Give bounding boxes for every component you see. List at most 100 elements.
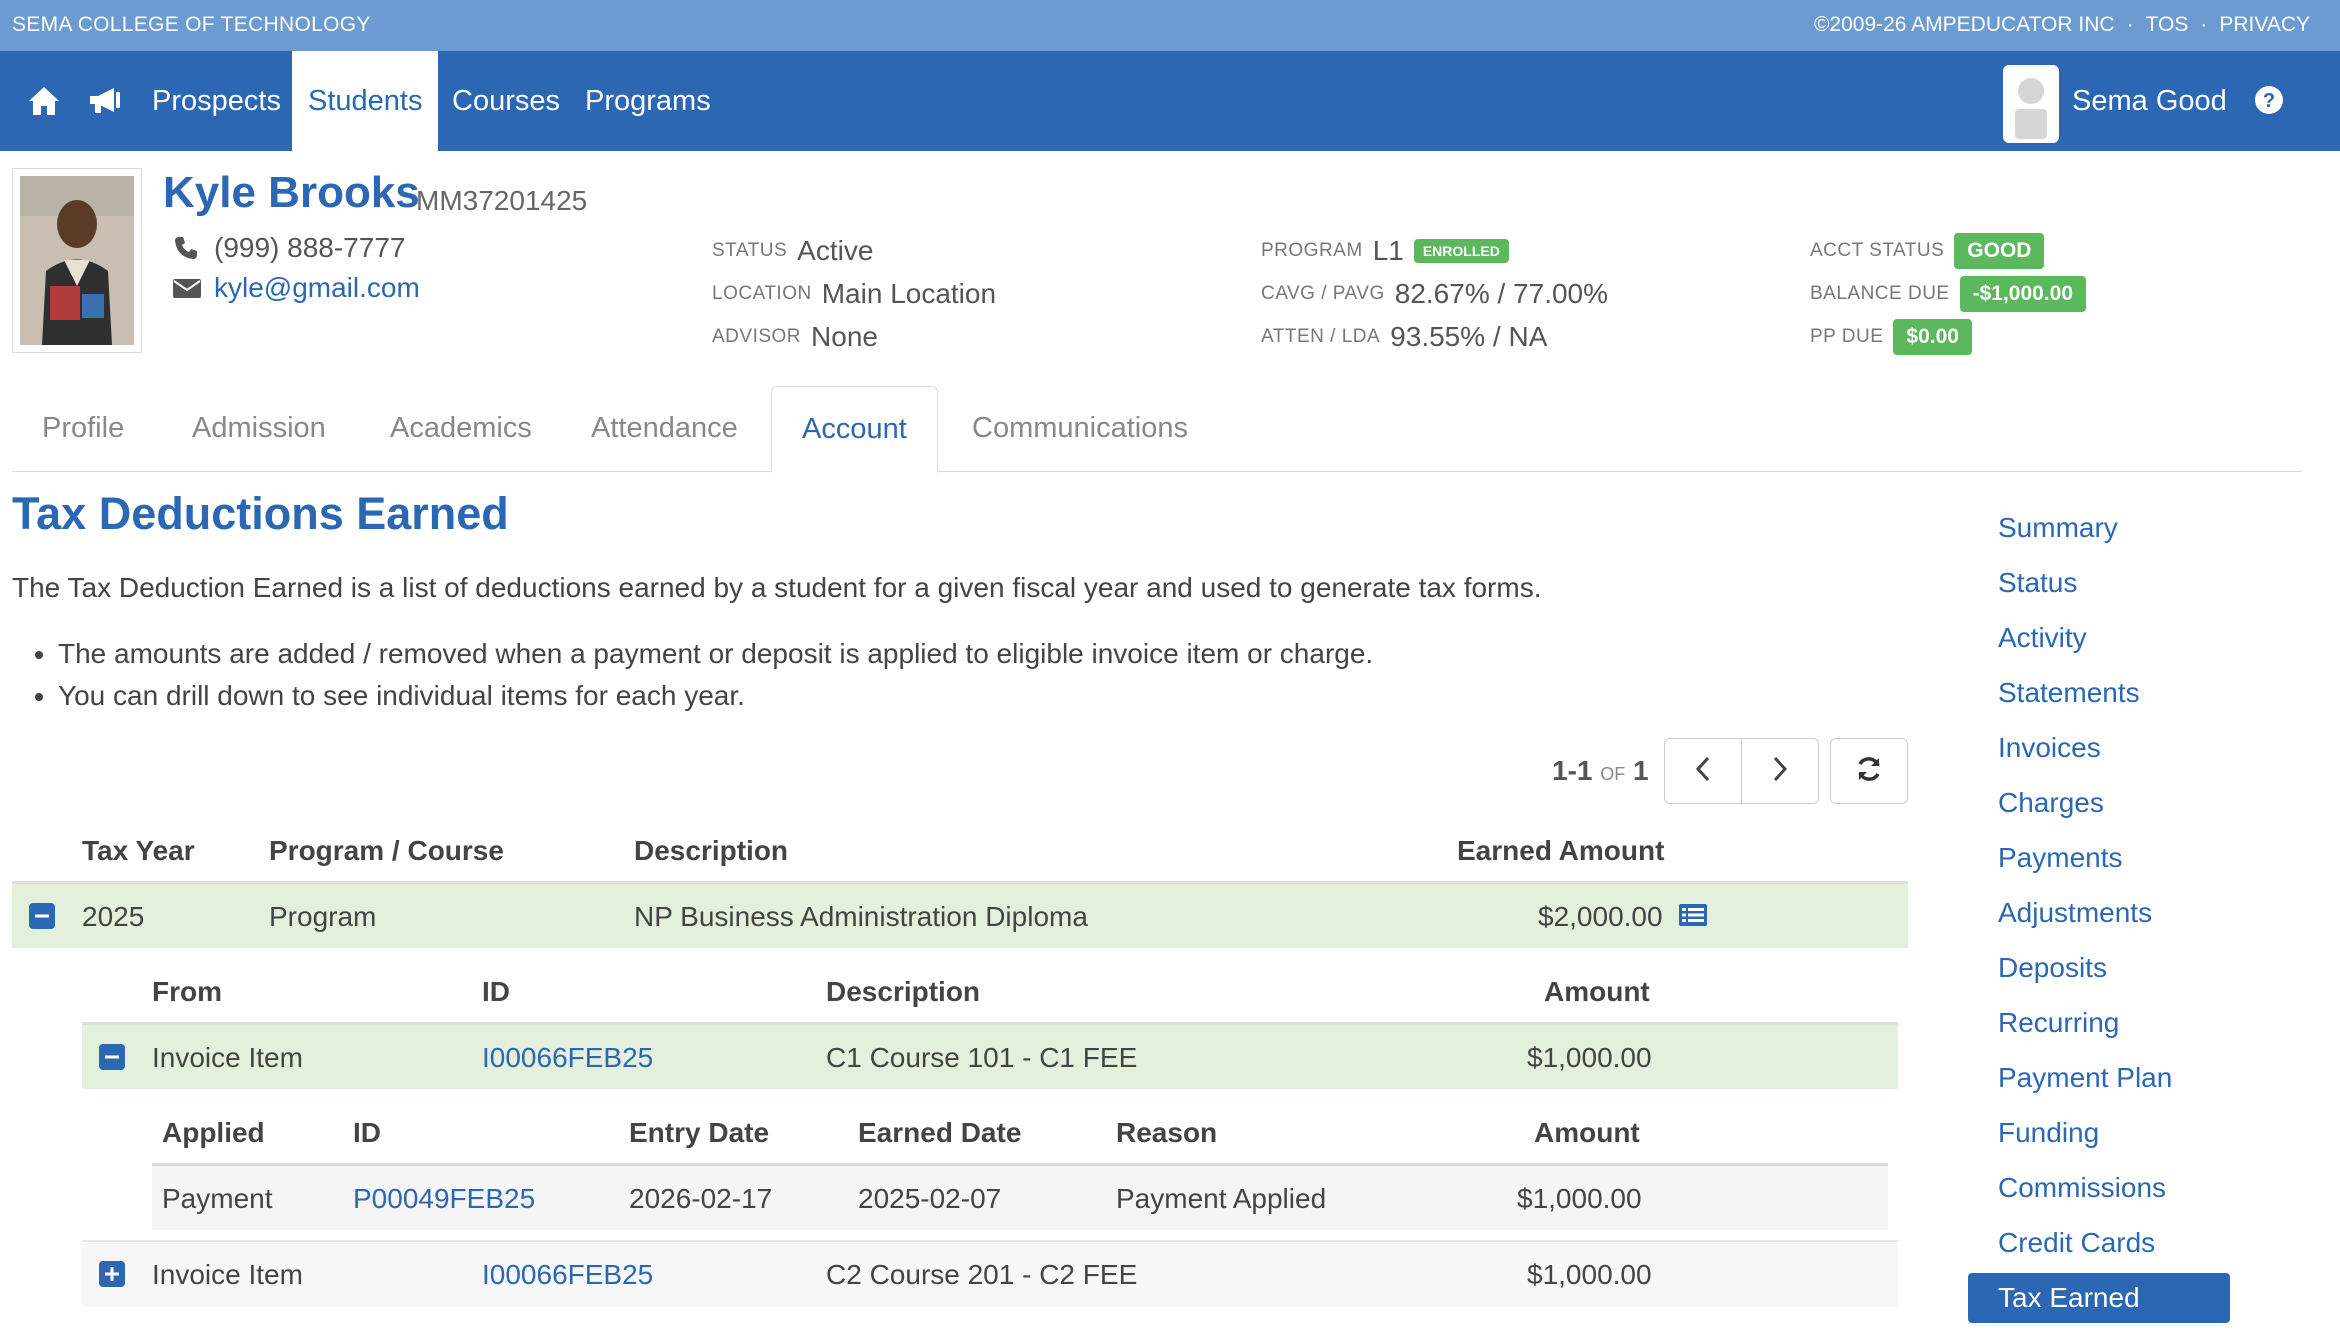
tab-academics[interactable]: Academics: [360, 386, 562, 472]
col-amount: Amount: [1544, 976, 1650, 1007]
main-navbar: Prospects Students Courses Programs Sema…: [0, 51, 2340, 151]
col-detail-amount: Amount: [1534, 1117, 1640, 1148]
phone-number: (999) 888-7777: [214, 232, 406, 263]
nav-students[interactable]: Students: [292, 51, 439, 151]
collapse-icon[interactable]: [99, 1044, 125, 1070]
tax-year-cell: 2025: [82, 901, 145, 932]
intro-text: The Tax Deduction Earned is a list of de…: [12, 572, 1542, 603]
sidebar-item-charges[interactable]: Charges: [1998, 778, 2104, 828]
email-link[interactable]: kyle@gmail.com: [214, 272, 420, 304]
sub-description-cell: C1 Course 101 - C1 FEE: [826, 1042, 1138, 1073]
col-reason: Reason: [1116, 1117, 1218, 1148]
tab-communications[interactable]: Communications: [942, 386, 1218, 472]
earned-date-cell: 2025-02-07: [858, 1183, 1002, 1214]
next-page-button[interactable]: [1741, 738, 1819, 804]
refresh-icon: [1854, 754, 1884, 789]
previous-page-button[interactable]: [1664, 738, 1742, 804]
pp-due-label: PP DUE: [1810, 325, 1884, 347]
sidebar-item-payment-plan[interactable]: Payment Plan: [1998, 1053, 2172, 1103]
col-sub-description: Description: [826, 976, 981, 1007]
list-details-icon[interactable]: [1678, 902, 1708, 933]
status-column: STATUS Active LOCATION Main Location ADVIS…: [712, 229, 996, 358]
student-photo: [12, 168, 142, 353]
sidebar-item-recurring[interactable]: Recurring: [1998, 998, 2119, 1048]
sidebar-item-summary[interactable]: Summary: [1998, 503, 2118, 553]
chevron-left-icon: [1693, 756, 1713, 787]
atten-label: ATTEN / LDA: [1261, 325, 1381, 347]
row-divider: [82, 1240, 1898, 1242]
privacy-link[interactable]: PRIVACY: [2219, 13, 2310, 37]
enrolled-badge: ENROLLED: [1413, 238, 1509, 263]
invoice-id-link[interactable]: I00066FEB25: [482, 1042, 653, 1074]
tab-attendance[interactable]: Attendance: [561, 386, 768, 472]
acct-status-badge: GOOD: [1954, 232, 2045, 269]
tab-admission[interactable]: Admission: [162, 386, 356, 472]
expand-icon[interactable]: [99, 1261, 125, 1287]
school-name: SEMA COLLEGE OF TECHNOLOGY: [12, 13, 371, 36]
col-description: Description: [634, 835, 789, 866]
entry-date-cell: 2026-02-17: [629, 1183, 773, 1214]
tos-link[interactable]: TOS: [2146, 13, 2189, 37]
nav-prospects[interactable]: Prospects: [136, 51, 297, 151]
col-detail-id: ID: [353, 1117, 381, 1148]
col-entry-date: Entry Date: [629, 1117, 770, 1148]
sidebar-item-status[interactable]: Status: [1998, 558, 2077, 608]
cavg-value: 82.67% / 77.00%: [1394, 277, 1609, 309]
student-name: Kyle Brooks: [163, 168, 420, 217]
advisor-label: ADVISOR: [712, 325, 802, 347]
sidebar-item-credit-cards[interactable]: Credit Cards: [1998, 1218, 2155, 1268]
sub-amount-cell: $1,000.00: [1527, 1042, 1652, 1073]
sidebar-item-invoices[interactable]: Invoices: [1998, 723, 2101, 773]
program-value: L1: [1372, 234, 1404, 266]
pager-of: OF: [1600, 764, 1626, 784]
help-icon[interactable]: ?: [2254, 85, 2284, 115]
nav-programs[interactable]: Programs: [569, 51, 727, 151]
sidebar-item-payments[interactable]: Payments: [1998, 833, 2123, 883]
legal-links: ©2009-26 AMPEDUCATOR INC · TOS · PRIVACY: [1814, 13, 2310, 37]
sidebar-item-statements[interactable]: Statements: [1998, 668, 2140, 718]
student-id: MM37201425: [416, 185, 588, 216]
sidebar-item-adjustments[interactable]: Adjustments: [1998, 888, 2152, 938]
separator: ·: [2126, 13, 2134, 36]
megaphone-icon[interactable]: [84, 81, 124, 121]
invoice-id-link[interactable]: I00066FEB25: [482, 1259, 653, 1291]
tab-profile[interactable]: Profile: [12, 386, 154, 472]
location-label: LOCATION: [712, 282, 812, 304]
pager-range-value: 1-1: [1552, 755, 1593, 786]
copyright-text: ©2009-26 AMPEDUCATOR INC: [1813, 13, 2115, 36]
sub-description-cell: C2 Course 201 - C2 FEE: [826, 1259, 1138, 1290]
student-tabs: Profile Admission Academics Attendance A…: [12, 386, 2302, 473]
pp-due-badge: $0.00: [1893, 318, 1972, 355]
from-cell: Invoice Item: [152, 1042, 303, 1073]
reason-cell: Payment Applied: [1116, 1183, 1327, 1214]
sidebar-item-tax-earned[interactable]: Tax Earned: [1968, 1273, 2230, 1323]
collapse-icon[interactable]: [29, 903, 55, 929]
advisor-value: None: [811, 320, 878, 352]
status-label: STATUS: [712, 239, 788, 261]
refresh-button[interactable]: [1830, 738, 1908, 804]
chevron-right-icon: [1770, 756, 1790, 787]
sub-amount-cell: $1,000.00: [1527, 1259, 1652, 1290]
top-strip: SEMA COLLEGE OF TECHNOLOGY ©2009-26 AMPE…: [0, 0, 2340, 51]
user-name[interactable]: Sema Good: [2072, 51, 2227, 151]
balance-due-label: BALANCE DUE: [1810, 282, 1950, 304]
balance-due-badge: -$1,000.00: [1959, 275, 2087, 312]
sidebar-item-funding[interactable]: Funding: [1998, 1108, 2099, 1158]
location-value: Main Location: [821, 277, 997, 309]
col-earned-date: Earned Date: [858, 1117, 1022, 1148]
tab-account[interactable]: Account: [771, 386, 938, 473]
separator: ·: [2200, 13, 2208, 36]
detail-amount-cell: $1,000.00: [1517, 1183, 1642, 1214]
applied-cell: Payment: [162, 1183, 273, 1214]
payment-id-link[interactable]: P00049FEB25: [353, 1183, 535, 1215]
svg-text:?: ?: [2263, 90, 2275, 112]
home-icon[interactable]: [24, 81, 64, 121]
sidebar-item-activity[interactable]: Activity: [1998, 613, 2087, 663]
sidebar-item-commissions[interactable]: Commissions: [1998, 1163, 2166, 1213]
sidebar-item-deposits[interactable]: Deposits: [1998, 943, 2107, 993]
pager-range: 1-1 OF 1: [1552, 755, 1649, 787]
nav-courses[interactable]: Courses: [436, 51, 576, 151]
user-avatar[interactable]: [2003, 65, 2059, 143]
email-row: kyle@gmail.com: [172, 272, 420, 304]
col-program-course: Program / Course: [269, 835, 504, 866]
